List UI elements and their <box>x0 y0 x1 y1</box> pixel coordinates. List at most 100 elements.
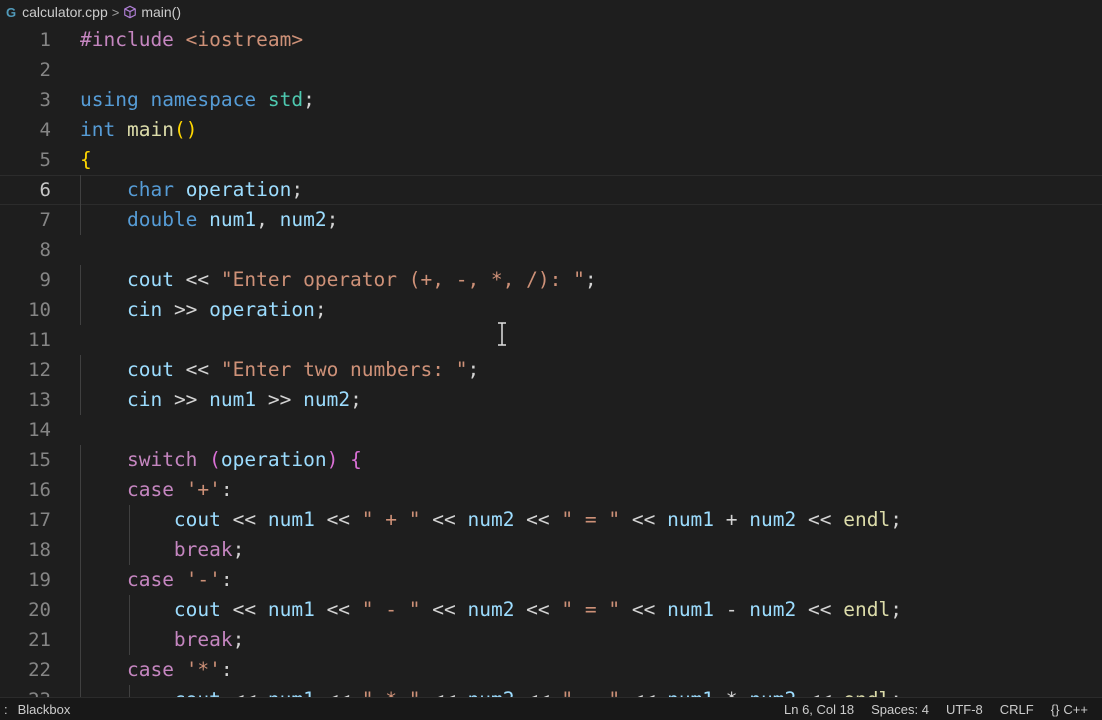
breadcrumb-file[interactable]: calculator.cpp <box>22 4 108 20</box>
eol-setting[interactable]: CRLF <box>1000 702 1034 717</box>
code-text[interactable]: char operation; <box>80 175 303 205</box>
code-token: <iostream> <box>185 28 304 51</box>
code-token: std <box>267 88 304 111</box>
line-number[interactable]: 18 <box>0 535 51 565</box>
code-text[interactable]: case '*': <box>80 655 233 685</box>
code-token: num1 <box>268 688 315 697</box>
code-line[interactable]: 5{ <box>0 145 1102 175</box>
line-number[interactable]: 21 <box>0 625 51 655</box>
code-text[interactable]: cin >> operation; <box>80 295 327 325</box>
line-number[interactable]: 9 <box>0 265 51 295</box>
code-token: ; <box>291 178 304 201</box>
code-line[interactable]: 6 char operation; <box>0 175 1102 205</box>
encoding-setting[interactable]: UTF-8 <box>946 702 983 717</box>
code-token: >> <box>256 388 304 411</box>
line-number[interactable]: 22 <box>0 655 51 685</box>
code-token: cin <box>126 298 163 321</box>
code-line[interactable]: 4 int main() <box>0 115 1102 145</box>
indentation-setting[interactable]: Spaces: 4 <box>871 702 929 717</box>
code-text[interactable]: cout << "Enter two numbers: "; <box>80 355 479 385</box>
code-text[interactable]: break; <box>80 535 244 565</box>
code-line[interactable]: 20 cout << num1 << " - " << num2 << " = … <box>0 595 1102 625</box>
line-number[interactable]: 5 <box>0 145 51 175</box>
code-text[interactable]: case '-': <box>80 565 233 595</box>
code-text[interactable]: int main() <box>80 115 197 145</box>
code-text[interactable]: switch (operation) { <box>80 445 362 475</box>
line-number[interactable]: 19 <box>0 565 51 595</box>
line-number[interactable]: 4 <box>0 115 51 145</box>
line-number[interactable]: 7 <box>0 205 51 235</box>
line-number[interactable]: 10 <box>0 295 51 325</box>
code-text[interactable]: cout << num1 << " - " << num2 << " = " <… <box>80 595 902 625</box>
line-number[interactable]: 11 <box>0 325 51 355</box>
line-number[interactable]: 3 <box>0 85 51 115</box>
line-number[interactable]: 8 <box>0 235 51 265</box>
breadcrumb-symbol[interactable]: main() <box>141 4 181 20</box>
line-number[interactable]: 20 <box>0 595 51 625</box>
code-text[interactable]: cout << "Enter operator (+, -, *, /): "; <box>80 265 597 295</box>
language-mode[interactable]: C++ <box>1063 702 1088 717</box>
code-text[interactable]: break; <box>80 625 244 655</box>
code-line[interactable]: 22 case '*': <box>0 655 1102 685</box>
line-number[interactable]: 23 <box>0 685 51 697</box>
code-text[interactable]: cout << num1 << " * " << num2 << " = " <… <box>80 685 902 697</box>
code-line[interactable]: 23 cout << num1 << " * " << num2 << " = … <box>0 685 1102 697</box>
code-token: << <box>620 598 668 621</box>
line-number[interactable]: 2 <box>0 55 51 85</box>
line-number[interactable]: 16 <box>0 475 51 505</box>
code-token: num2 <box>279 208 327 231</box>
remote-indicator[interactable]: : <box>4 702 8 717</box>
code-line[interactable]: 14 <box>0 415 1102 445</box>
code-line[interactable]: 1 #include <iostream> <box>0 25 1102 55</box>
code-text[interactable]: using namespace std; <box>80 85 315 115</box>
braces-icon[interactable]: {} <box>1051 702 1060 717</box>
code-line[interactable]: 18 break; <box>0 535 1102 565</box>
code-line[interactable]: 11 <box>0 325 1102 355</box>
code-token: " = " <box>561 508 621 531</box>
code-line[interactable]: 16 case '+': <box>0 475 1102 505</box>
line-number[interactable]: 13 <box>0 385 51 415</box>
code-token: () <box>173 118 198 141</box>
code-line[interactable]: 8 <box>0 235 1102 265</box>
line-number[interactable]: 15 <box>0 445 51 475</box>
code-text[interactable]: { <box>80 145 92 175</box>
line-number[interactable]: 14 <box>0 415 51 445</box>
code-text[interactable]: #include <iostream> <box>80 25 303 55</box>
code-editor[interactable]: 1 #include <iostream> 2 3 using namespace st… <box>0 25 1102 697</box>
code-line[interactable]: 19 case '-': <box>0 565 1102 595</box>
line-number[interactable]: 6 <box>0 175 51 205</box>
line-number[interactable]: 17 <box>0 505 51 535</box>
code-token: << <box>620 688 667 697</box>
blackbox-extension-item[interactable]: Blackbox <box>18 702 71 717</box>
code-token: using <box>80 88 139 111</box>
code-text[interactable]: case '+': <box>80 475 233 505</box>
code-token: '+' <box>185 478 221 501</box>
code-line[interactable]: 17 cout << num1 << " + " << num2 << " = … <box>0 505 1102 535</box>
line-number[interactable]: 12 <box>0 355 51 385</box>
code-text[interactable]: double num1, num2; <box>80 205 338 235</box>
code-token: , <box>256 208 280 231</box>
cursor-position[interactable]: Ln 6, Col 18 <box>784 702 854 717</box>
code-line[interactable]: 15 switch (operation) { <box>0 445 1102 475</box>
code-token: { <box>350 448 362 471</box>
code-token: break <box>173 628 233 651</box>
code-text[interactable]: cin >> num1 >> num2; <box>80 385 362 415</box>
code-token: ; <box>326 208 339 231</box>
line-number[interactable]: 1 <box>0 25 51 55</box>
code-token: << <box>620 508 668 531</box>
code-line[interactable]: 3 using namespace std; <box>0 85 1102 115</box>
code-line[interactable]: 21 break; <box>0 625 1102 655</box>
code-token: operation <box>185 178 292 201</box>
code-line[interactable]: 9 cout << "Enter operator (+, -, *, /): … <box>0 265 1102 295</box>
code-line[interactable]: 2 <box>0 55 1102 85</box>
code-line[interactable]: 10 cin >> operation; <box>0 295 1102 325</box>
code-token: - <box>714 598 750 621</box>
code-token: case <box>126 568 174 591</box>
code-token: ; <box>890 688 902 697</box>
code-line[interactable]: 12 cout << "Enter two numbers: "; <box>0 355 1102 385</box>
code-line[interactable]: 7 double num1, num2; <box>0 205 1102 235</box>
code-text[interactable]: cout << num1 << " + " << num2 << " = " <… <box>80 505 902 535</box>
code-line[interactable]: 13 cin >> num1 >> num2; <box>0 385 1102 415</box>
